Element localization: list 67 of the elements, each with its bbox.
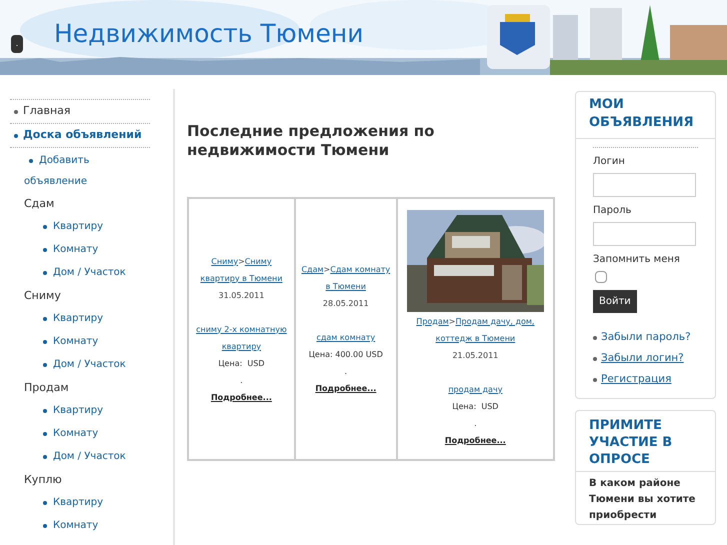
bullet-icon: [29, 159, 33, 163]
breadcrumb-link[interactable]: Продам>Продам дачу, дом, коттедж в Тюмени: [402, 312, 549, 346]
nav-link[interactable]: Квартиру: [53, 219, 104, 234]
nav-link[interactable]: Главная: [23, 103, 71, 120]
listing-date: 21.05.2011: [452, 350, 498, 362]
listing-date: 28.05.2011: [322, 298, 369, 310]
breadcrumb-link[interactable]: Сниму>Сниму квартиру в Тюмени: [193, 252, 290, 286]
account-link[interactable]: Забыли пароль?: [601, 327, 691, 348]
bullet-icon: [43, 270, 47, 274]
more-link[interactable]: Подробнее...: [315, 380, 376, 397]
listing-dot: .: [344, 366, 348, 378]
login-button[interactable]: Войти: [593, 290, 637, 313]
nav-link[interactable]: Дом / Участок: [53, 265, 126, 280]
bullet-icon: [43, 454, 47, 458]
nav-link[interactable]: Квартиру: [53, 495, 104, 510]
more-link[interactable]: Подробнее...: [210, 388, 272, 406]
account-link[interactable]: Регистрация: [601, 369, 672, 390]
site-title: Недвижимость Тюмени: [54, 21, 364, 46]
nav-group-label: Сниму: [23, 288, 62, 304]
bullet-icon: [43, 500, 47, 504]
bullet-icon: [43, 432, 47, 436]
page-heading: Последние предложения по недвижимости Тюмени: [187, 122, 436, 160]
listing-price: Цена: USD: [218, 358, 264, 370]
nav-group-label: Куплю: [23, 472, 63, 488]
bullet-icon: [43, 340, 47, 344]
bullet-icon: [593, 336, 597, 340]
poll-question: В каком районе Тюмени вы хотите приобрести: [588, 477, 696, 523]
listing-price: Цена: 400.00 USD: [308, 349, 383, 361]
nav-link[interactable]: Доска объявлений: [23, 127, 142, 144]
panel-title: МОИ ОБЪЯВЛЕНИЯ: [589, 96, 695, 132]
listing-dot: .: [474, 418, 477, 430]
login-field[interactable]: [593, 173, 696, 197]
nav-link[interactable]: Дом / Участок: [53, 449, 126, 464]
bullet-icon: [43, 224, 47, 228]
listing-title-link[interactable]: сниму 2-х комнатную квартиру: [193, 320, 290, 354]
nav-link[interactable]: Комнату: [53, 518, 98, 533]
nav-link[interactable]: Комнату: [53, 334, 98, 349]
nav-link[interactable]: Комнату: [53, 242, 98, 257]
bullet-icon: [43, 408, 47, 412]
field-label: Логин: [593, 155, 626, 169]
nav-group-label: Продам: [23, 380, 70, 396]
nav-link[interactable]: Квартиру: [53, 403, 104, 418]
bullet-icon: [43, 362, 47, 366]
listing-dot: .: [240, 374, 243, 386]
nav-group-label: Сдам: [23, 196, 56, 212]
remember-checkbox[interactable]: [595, 271, 607, 283]
breadcrumb-link[interactable]: Сдам>Сдам комнату в Тюмени: [300, 261, 392, 295]
listing-price: Цена: USD: [452, 400, 498, 412]
nav-link[interactable]: Комнату: [53, 426, 98, 441]
panel-title: ПРИМИТЕ УЧАСТИЕ В ОПРОСЕ: [589, 417, 674, 468]
more-link[interactable]: Подробнее...: [444, 432, 506, 448]
field-label: Пароль: [593, 204, 632, 218]
bullet-icon: [43, 524, 47, 528]
nav-link[interactable]: Дом / Участок: [53, 357, 126, 372]
listing-title-link[interactable]: продам дачу: [448, 380, 502, 398]
account-link[interactable]: Забыли логин?: [601, 348, 684, 369]
header-button[interactable]: .: [11, 35, 23, 53]
listing-title-link[interactable]: сдам комнату: [316, 329, 376, 346]
nav-link[interactable]: Квартиру: [53, 311, 104, 326]
field-label: Запомнить меня: [593, 253, 681, 267]
bullet-icon: [593, 378, 597, 382]
bullet-icon: [43, 316, 47, 320]
add-listing-link[interactable]: Добавить объявление: [24, 150, 104, 192]
bullet-icon: [593, 356, 597, 360]
listing-date: 31.05.2011: [218, 290, 264, 302]
password-field[interactable]: [593, 222, 696, 246]
bullet-icon: [43, 248, 47, 252]
